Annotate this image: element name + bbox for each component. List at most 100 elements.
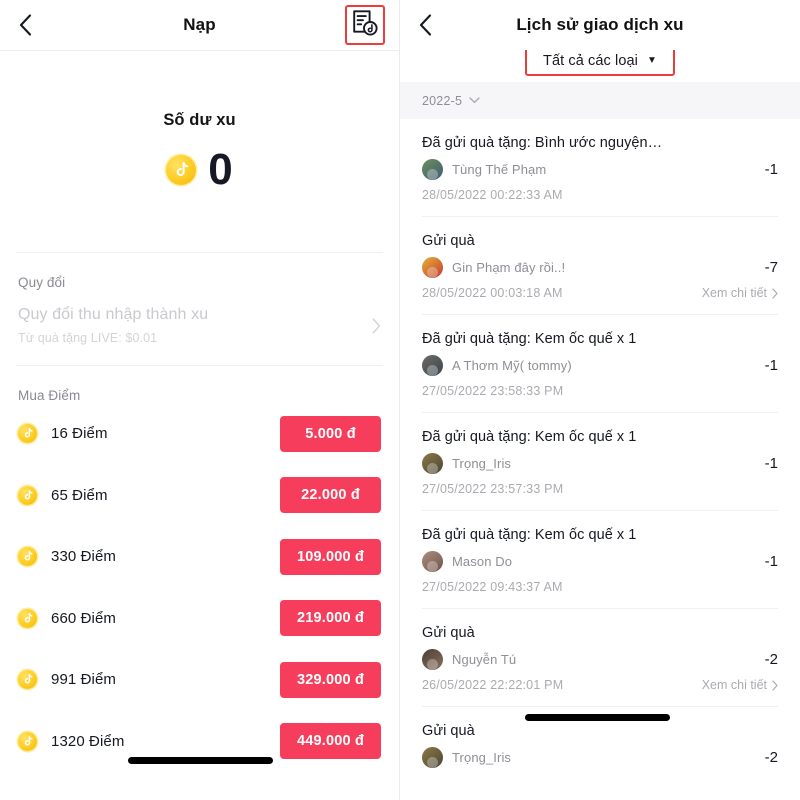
transaction-amount: -2 [764, 651, 778, 668]
transaction-amount: -1 [764, 161, 778, 178]
dual-screenshot-container: Nạp Số dư xu 0 Quy đổi Quy đổi thu nhập … [0, 0, 800, 800]
user-avatar [422, 257, 443, 278]
transaction-username: Gin Phạm đây rồi..! [452, 260, 566, 275]
buy-points-heading: Mua Điểm [18, 388, 81, 403]
points-amount-label: 330 Điểm [51, 548, 116, 566]
transaction-amount: -7 [764, 259, 778, 276]
points-list: 16 Điểm 5.000 đ 65 Điểm 22.000 đ 330 Điểm 1… [0, 403, 399, 772]
buy-price-button[interactable]: 109.000 đ [280, 538, 381, 575]
caret-down-icon: ▼ [647, 55, 657, 66]
transaction-username: Trọng_Iris [452, 456, 512, 471]
transaction-row[interactable]: Đã gửi quà tặng: Kem ốc quế x 1 A Thơm Mỹ… [400, 315, 800, 412]
transaction-list: Đã gửi quà tặng: Bình ước nguyện… Tùng Th… [400, 119, 800, 768]
buy-price-button[interactable]: 329.000 đ [280, 661, 381, 698]
buy-price-button[interactable]: 22.000 đ [280, 477, 381, 514]
transaction-amount: -1 [764, 553, 778, 570]
transaction-row[interactable]: Gửi quà Nguyễn Tú -2 26/05/2022 22:22:01 PM… [400, 609, 800, 706]
transaction-footer: 27/05/2022 09:43:37 AM [422, 580, 778, 608]
transaction-title: Đã gửi quà tặng: Kem ốc quế x 1 [422, 331, 637, 347]
user-avatar [422, 747, 443, 768]
transaction-user-row: Tùng Thế Phạm -1 [422, 159, 778, 180]
tiktok-coin-icon [18, 731, 37, 751]
view-detail-link[interactable]: Xem chi tiết [702, 678, 778, 692]
type-filter-dropdown[interactable]: Tất cả các loại ▼ [525, 46, 675, 76]
transaction-history-button[interactable] [345, 5, 385, 45]
chevron-down-icon [469, 97, 480, 104]
tiktok-coin-icon [18, 547, 37, 567]
transaction-user-row: Trọng_Iris -2 [422, 714, 778, 768]
points-package-info: 330 Điểm [18, 547, 280, 567]
points-package-info: 660 Điểm [18, 608, 280, 628]
points-amount-label: 16 Điểm [51, 425, 108, 443]
transaction-username: Mason Do [452, 554, 513, 569]
tiktok-coin-icon [166, 155, 197, 185]
balance-label: Số dư xu [163, 111, 236, 129]
transaction-footer: 27/05/2022 23:57:33 PM [422, 482, 778, 510]
view-detail-link[interactable]: Xem chi tiết [702, 286, 778, 300]
points-amount-label: 660 Điểm [51, 609, 116, 627]
transaction-user: A Thơm Mỹ( tommy) [422, 355, 755, 376]
transaction-amount: -2 [764, 749, 778, 766]
transaction-row[interactable]: Gửi quà Trọng_Iris -2 [400, 707, 800, 768]
points-package-row[interactable]: 991 Điểm 329.000 đ [0, 649, 399, 711]
header-actions [345, 5, 385, 45]
chevron-left-icon [419, 14, 431, 36]
history-header: Lịch sử giao dịch xu [400, 0, 800, 50]
points-package-row[interactable]: 660 Điểm 219.000 đ [0, 588, 399, 650]
transaction-title: Gửi quà [422, 625, 475, 641]
transaction-user: Trọng_Iris [422, 747, 755, 768]
transaction-username: A Thơm Mỹ( tommy) [452, 358, 572, 373]
transaction-date: 27/05/2022 23:57:33 PM [422, 482, 564, 496]
type-filter-label: Tất cả các loại [543, 53, 638, 69]
month-filter[interactable]: 2022-5 [400, 82, 800, 119]
transaction-row[interactable]: Đã gửi quà tặng: Kem ốc quế x 1 Trọng_Iri… [400, 413, 800, 510]
transaction-date: 26/05/2022 22:22:01 PM [422, 678, 564, 692]
transaction-user-row: Mason Do -1 [422, 551, 778, 572]
recharge-screen: Nạp Số dư xu 0 Quy đổi Quy đổi thu nhập … [0, 0, 400, 800]
transaction-user: Tùng Thế Phạm [422, 159, 755, 180]
transaction-date: 27/05/2022 09:43:37 AM [422, 580, 563, 594]
transaction-row[interactable]: Gửi quà Gin Phạm đây rồi..! -7 28/05/2022 0… [400, 217, 800, 314]
transaction-history-coin-icon [353, 10, 378, 36]
tiktok-coin-icon [18, 424, 37, 444]
buy-price-button[interactable]: 219.000 đ [280, 600, 381, 637]
user-avatar [422, 649, 443, 670]
convert-income-row[interactable]: Quy đổi thu nhập thành xu Từ quà tặng LI… [0, 290, 399, 365]
transaction-title: Đã gửi quà tặng: Bình ước nguyện… [422, 135, 663, 151]
transaction-amount: -1 [764, 357, 778, 374]
transaction-username: Nguyễn Tú [452, 652, 517, 667]
points-package-row[interactable]: 330 Điểm 109.000 đ [0, 526, 399, 588]
type-filter-wrap: Tất cả các loại ▼ [400, 46, 800, 82]
transaction-row[interactable]: Đã gửi quà tặng: Bình ước nguyện… Tùng Th… [400, 119, 800, 216]
points-package-row[interactable]: 16 Điểm 5.000 đ [0, 403, 399, 465]
back-button[interactable] [14, 14, 36, 36]
points-package-row[interactable]: 65 Điểm 22.000 đ [0, 465, 399, 527]
points-package-row[interactable]: 1320 Điểm 449.000 đ [0, 711, 399, 773]
transaction-user-row: Gin Phạm đây rồi..! -7 [422, 257, 778, 278]
transaction-row[interactable]: Đã gửi quà tặng: Kem ốc quế x 1 Mason Do -… [400, 511, 800, 608]
transaction-user-row: A Thơm Mỹ( tommy) -1 [422, 355, 778, 376]
user-avatar [422, 355, 443, 376]
transaction-footer: 26/05/2022 22:22:01 PM Xem chi tiết [422, 678, 778, 706]
redaction-bar [128, 757, 273, 764]
transaction-title: Đã gửi quà tặng: Kem ốc quế x 1 [422, 527, 637, 543]
balance-row: 0 [0, 148, 399, 192]
user-avatar [422, 551, 443, 572]
convert-row-subtitle: Từ quà tặng LIVE: $0.01 [18, 331, 158, 345]
convert-section-heading: Quy đổi [18, 275, 66, 290]
transaction-user: Nguyễn Tú [422, 649, 755, 670]
tiktok-coin-icon [18, 485, 37, 505]
balance-value: 0 [208, 145, 233, 194]
transaction-footer: 28/05/2022 00:03:18 AM Xem chi tiết [422, 286, 778, 314]
transaction-footer: 28/05/2022 00:22:33 AM [422, 188, 778, 216]
transaction-date: 28/05/2022 00:22:33 AM [422, 188, 563, 202]
buy-price-button[interactable]: 449.000 đ [280, 723, 381, 760]
tiktok-coin-icon [18, 608, 37, 628]
transaction-user: Mason Do [422, 551, 755, 572]
back-button[interactable] [414, 14, 436, 36]
page-title: Nạp [183, 15, 216, 34]
page-title: Lịch sử giao dịch xu [516, 15, 684, 34]
buy-price-button[interactable]: 5.000 đ [280, 415, 381, 452]
points-package-info: 1320 Điểm [18, 731, 280, 751]
chevron-right-icon [372, 317, 381, 334]
